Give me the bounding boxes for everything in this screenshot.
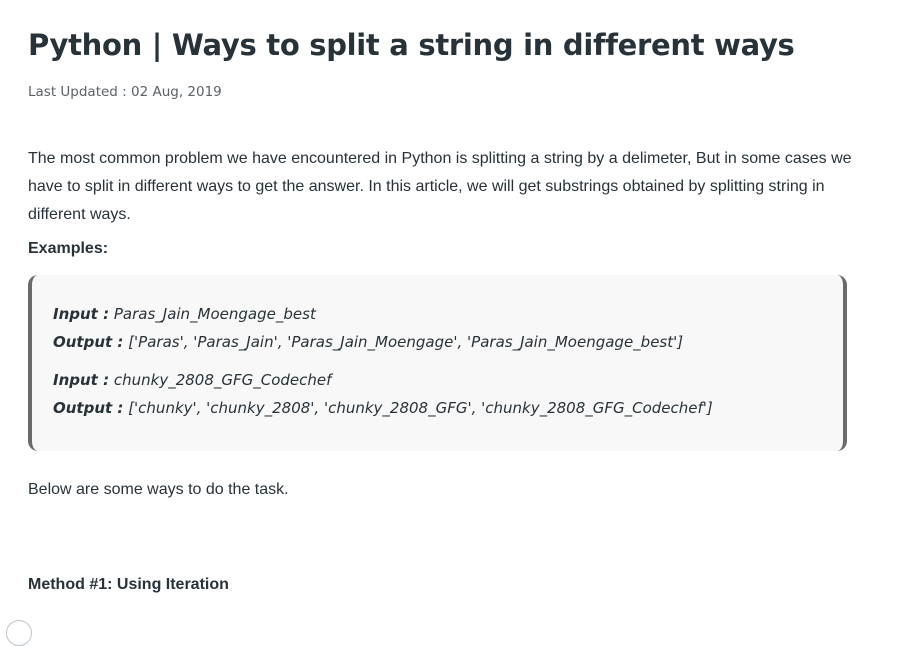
intro-paragraph: The most common problem we have encounte…: [28, 150, 852, 223]
last-updated: Last Updated : 02 Aug, 2019: [28, 84, 222, 100]
input-label: Input :: [53, 305, 110, 323]
example-1-output: Output : ['Paras', 'Paras_Jain', 'Paras_…: [53, 328, 683, 356]
example-1-input: Input : Paras_Jain_Moengage_best: [53, 300, 683, 328]
page-title: Python | Ways to split a string in diffe…: [28, 28, 795, 62]
output-value: ['chunky', 'chunky_2808', 'chunky_2808_G…: [128, 399, 713, 417]
below-text: Below are some ways to do the task.: [28, 481, 289, 498]
output-label: Output :: [53, 333, 124, 351]
example-2-input: Input : chunky_2808_GFG_Codechef: [53, 366, 713, 394]
example-1: Input : Paras_Jain_Moengage_best Output …: [53, 300, 683, 356]
output-label: Output :: [53, 399, 124, 417]
input-label: Input :: [53, 371, 110, 389]
example-2-output: Output : ['chunky', 'chunky_2808', 'chun…: [53, 394, 713, 422]
examples-heading: Examples:: [28, 240, 109, 257]
input-value: chunky_2808_GFG_Codechef: [113, 371, 332, 389]
input-value: Paras_Jain_Moengage_best: [113, 305, 316, 323]
output-value: ['Paras', 'Paras_Jain', 'Paras_Jain_Moen…: [128, 333, 684, 351]
method-heading: Method #1: Using Iteration: [28, 576, 229, 593]
code-block-icon: [6, 620, 32, 646]
example-2: Input : chunky_2808_GFG_Codechef Output …: [53, 366, 713, 422]
